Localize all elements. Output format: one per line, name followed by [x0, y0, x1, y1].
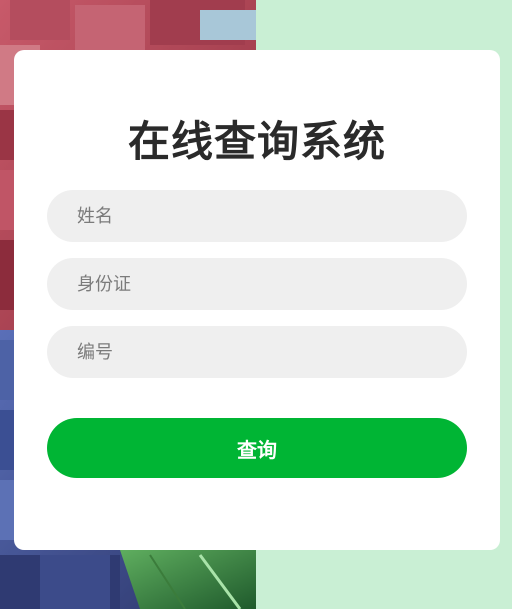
login-card: 在线查询系统 查询	[14, 50, 500, 550]
id-card-input[interactable]	[47, 258, 467, 310]
page-title: 在线查询系统	[127, 117, 386, 166]
query-button[interactable]: 查询	[47, 418, 467, 478]
name-input[interactable]	[47, 190, 467, 242]
number-input[interactable]	[47, 326, 467, 378]
